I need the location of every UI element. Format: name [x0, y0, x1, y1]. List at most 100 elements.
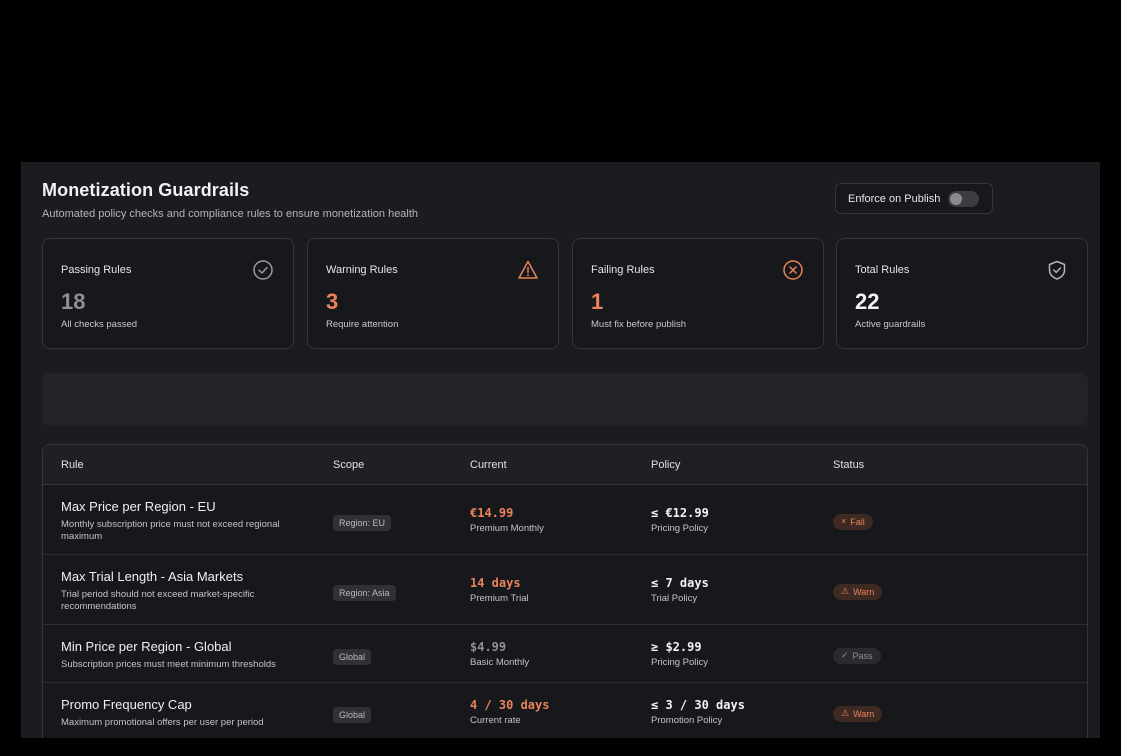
card-label: Passing Rules [61, 264, 132, 276]
current-value: 4 / 30 days [470, 698, 550, 712]
status-badge: × Fail [833, 513, 873, 530]
status-badge: ✓ Pass [833, 647, 881, 664]
column-header-current[interactable]: Current [470, 459, 507, 471]
enforce-on-publish-toggle[interactable] [948, 190, 980, 207]
scope-chip: Global [333, 707, 372, 723]
rule-name: Max Price per Region - EU [61, 499, 216, 514]
policy-value: ≤ 3 / 30 days [651, 698, 745, 712]
rule-name: Max Trial Length - Asia Markets [61, 569, 244, 584]
shield-check-icon [1048, 260, 1066, 280]
enforce-on-publish-label: Enforce on Publish [848, 192, 941, 205]
card-note: Must fix before publish [591, 319, 687, 330]
status-cell: × Fail [833, 511, 873, 530]
warning-icon: ⚠ [841, 586, 850, 596]
policy-note: Pricing Policy [651, 523, 709, 534]
card-label: Warning Rules [326, 264, 398, 276]
warning-triangle-icon [518, 260, 538, 279]
current-cell: 4 / 30 days Current rate [470, 698, 549, 726]
policy-cell: ≤ 7 days Trial Policy [651, 576, 709, 604]
warning-rules-card: Warning Rules 3 Require attention [307, 238, 559, 349]
passing-rules-card: Passing Rules 18 All checks passed [42, 238, 294, 349]
rule-cell: Max Trial Length - Asia Markets Trial pe… [61, 569, 301, 613]
total-rules-card: Total Rules 22 Active guardrails [836, 238, 1088, 349]
enforce-on-publish-control[interactable]: Enforce on Publish [835, 183, 993, 214]
rules-table: Rule Scope Current Policy Status Max Pri… [42, 444, 1088, 738]
status-badge: ⚠ Warn [833, 583, 883, 600]
scope-chip: Region: Asia [333, 585, 396, 601]
policy-cell: ≤ €12.99 Pricing Policy [651, 506, 709, 534]
x-icon: × [841, 516, 847, 526]
policy-note: Pricing Policy [651, 657, 709, 668]
table-row[interactable]: Max Price per Region - EU Monthly subscr… [43, 485, 1087, 555]
rule-description: Subscription prices must meet minimum th… [61, 659, 276, 670]
card-note: All checks passed [61, 319, 138, 330]
current-value: 14 days [470, 576, 521, 590]
check-circle-icon [253, 260, 273, 280]
policy-value: ≤ €12.99 [651, 506, 709, 520]
card-value: 1 [591, 289, 604, 314]
rule-description: Maximum promotional offers per user per … [61, 717, 264, 728]
status-label: Warn [853, 586, 875, 597]
current-note: Basic Monthly [470, 657, 530, 668]
card-value: 3 [326, 289, 339, 314]
scope-cell: Global [333, 647, 372, 665]
page-title: Monetization Guardrails [42, 180, 250, 200]
rule-name: Min Price per Region - Global [61, 639, 232, 654]
current-value: €14.99 [470, 506, 514, 520]
current-cell: €14.99 Premium Monthly [470, 506, 544, 534]
x-circle-icon [783, 260, 803, 280]
status-cell: ✓ Pass [833, 645, 881, 664]
status-badge: ⚠ Warn [833, 705, 883, 722]
column-header-policy[interactable]: Policy [651, 459, 680, 471]
status-cell: ⚠ Warn [833, 581, 883, 600]
table-row[interactable]: Min Price per Region - Global Subscripti… [43, 625, 1087, 683]
policy-cell: ≤ 3 / 30 days Promotion Policy [651, 698, 745, 726]
status-label: Fail [850, 516, 865, 527]
card-value: 18 [61, 289, 86, 314]
rule-description: Monthly subscription price must not exce… [61, 519, 280, 542]
table-row[interactable]: Promo Frequency Cap Maximum promotional … [43, 683, 1087, 738]
policy-cell: ≥ $2.99 Pricing Policy [651, 640, 708, 668]
table-header: Rule Scope Current Policy Status [43, 445, 1087, 485]
card-label: Failing Rules [591, 264, 655, 276]
check-icon: ✓ [841, 650, 849, 660]
page-header: Monetization Guardrails Automated policy… [42, 180, 418, 220]
column-header-scope[interactable]: Scope [333, 459, 364, 471]
rule-description: Trial period should not exceed market-sp… [61, 589, 255, 612]
table-row[interactable]: Max Trial Length - Asia Markets Trial pe… [43, 555, 1087, 625]
rule-cell: Max Price per Region - EU Monthly subscr… [61, 499, 301, 543]
filter-bar [42, 373, 1088, 426]
status-label: Pass [852, 650, 873, 661]
current-cell: 14 days Premium Trial [470, 576, 529, 604]
page-subtitle: Automated policy checks and compliance r… [42, 208, 419, 220]
scope-cell: Region: Asia [333, 583, 396, 601]
current-value: $4.99 [470, 640, 507, 654]
status-cell: ⚠ Warn [833, 703, 883, 722]
status-label: Warn [853, 708, 875, 719]
card-note: Require attention [326, 319, 399, 330]
card-value: 22 [855, 289, 880, 314]
card-note: Active guardrails [855, 319, 926, 330]
policy-note: Trial Policy [651, 593, 698, 604]
current-cell: $4.99 Basic Monthly [470, 640, 529, 668]
current-note: Current rate [470, 715, 521, 726]
column-header-status[interactable]: Status [833, 459, 864, 471]
rule-cell: Promo Frequency Cap Maximum promotional … [61, 697, 361, 729]
guardrails-panel: Monetization Guardrails Automated policy… [21, 162, 1100, 738]
warning-icon: ⚠ [841, 708, 850, 718]
current-note: Premium Trial [470, 593, 529, 604]
policy-note: Promotion Policy [651, 715, 723, 726]
column-header-rule[interactable]: Rule [61, 459, 84, 471]
failing-rules-card: Failing Rules 1 Must fix before publish [572, 238, 824, 349]
scope-cell: Region: EU [333, 513, 392, 531]
current-note: Premium Monthly [470, 523, 544, 534]
policy-value: ≥ $2.99 [651, 640, 702, 654]
rule-cell: Min Price per Region - Global Subscripti… [61, 639, 361, 671]
scope-cell: Global [333, 705, 372, 723]
scope-chip: Region: EU [333, 515, 392, 531]
card-label: Total Rules [855, 264, 910, 276]
scope-chip: Global [333, 649, 372, 665]
rule-name: Promo Frequency Cap [61, 697, 192, 712]
policy-value: ≤ 7 days [651, 576, 709, 590]
toggle-knob [950, 192, 963, 205]
